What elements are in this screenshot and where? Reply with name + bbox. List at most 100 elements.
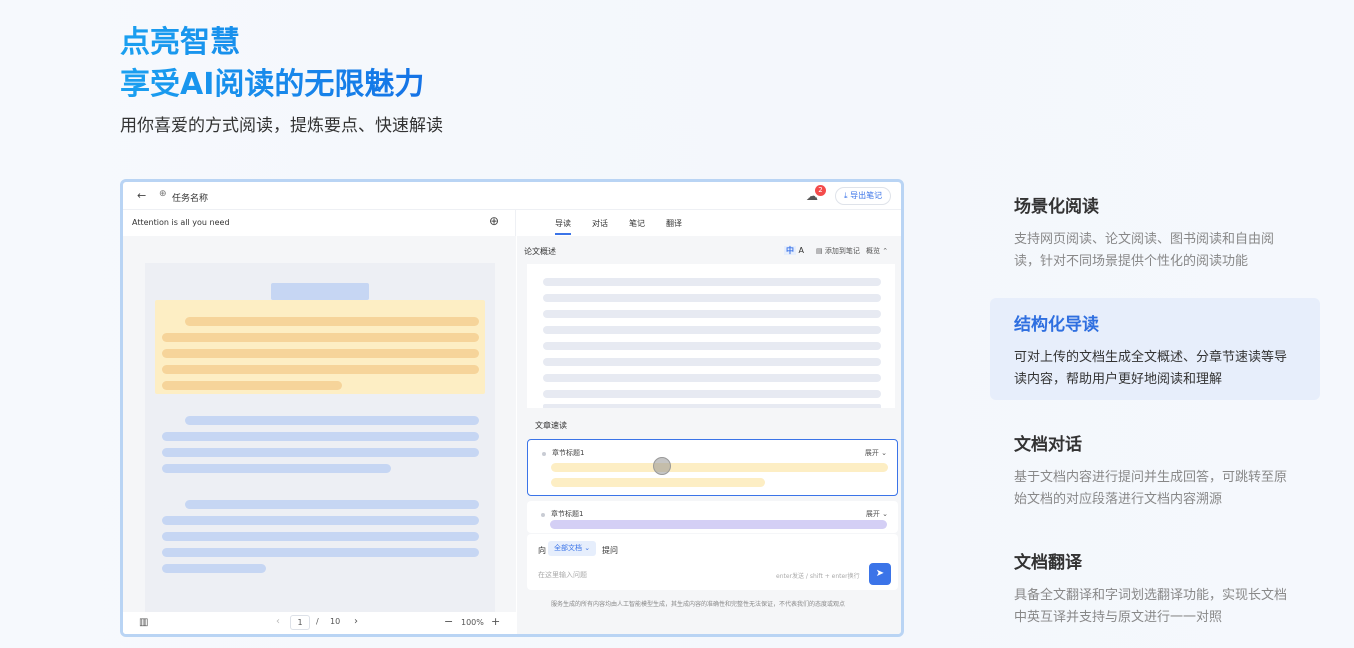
document-footer: ▥ ‹ 1 / 10 › − 100% +	[123, 612, 516, 634]
placeholder-line	[185, 500, 479, 509]
question-box: 向 全部文档 ⌄ 提问 在这里输入问题 enter发送 / shift + en…	[527, 534, 898, 590]
summary-card	[527, 264, 895, 408]
expand-button[interactable]: 展开 ⌄	[866, 509, 888, 519]
expand-label: 展开	[865, 510, 880, 518]
expand-label: 展开	[864, 449, 879, 457]
feature-title: 文档翻译	[1014, 553, 1082, 573]
tab-translate[interactable]: 翻译	[666, 218, 682, 229]
task-name: 任务名称	[172, 194, 209, 204]
ai-disclaimer: 服务生成的所有内容均由人工智能模型生成，其生成内容的准确性和完整性无法保证，不代…	[551, 601, 846, 608]
ask-to-label: 向	[538, 546, 546, 555]
chevron-down-icon: ⌄	[882, 510, 888, 518]
placeholder-line	[185, 416, 479, 425]
placeholder-line	[162, 532, 479, 541]
document-viewer[interactable]	[123, 236, 516, 612]
tab-chat[interactable]: 对话	[592, 218, 608, 229]
add-icon[interactable]: ⊕	[489, 214, 499, 228]
zoom-out-icon[interactable]: −	[444, 615, 453, 628]
feature-structured-guide[interactable]: 结构化导读 可对上传的文档生成全文概述、分章节速读等导读内容，帮助用户更好地阅读…	[990, 298, 1320, 400]
feature-document-translate[interactable]: 文档翻译 具备全文翻译和字词划选翻译功能，实现长文档中英互译并支持与原文进行一一…	[990, 536, 1320, 641]
overview-label: 概览	[866, 247, 880, 255]
export-notes-button[interactable]: ⤓ 导出笔记	[835, 187, 892, 205]
feature-desc: 基于文档内容进行提问并生成回答，可跳转至原始文档的对应段落进行文档内容溯源	[1014, 470, 1288, 507]
placeholder-heading	[271, 283, 369, 300]
feature-title: 场景化阅读	[1014, 197, 1099, 217]
placeholder-line	[543, 342, 881, 350]
chapter-card[interactable]: 章节标题1 展开 ⌄	[527, 501, 898, 533]
summary-header: 论文概述 中 A ▤ 添加到笔记 概览 ⌃	[517, 244, 901, 260]
overview-dropdown[interactable]: 概览 ⌃	[866, 246, 888, 256]
placeholder-line	[551, 478, 765, 487]
placeholder-line	[162, 333, 479, 342]
chapter-card[interactable]: 章节标题1 展开 ⌄	[527, 439, 898, 496]
placeholder-line	[162, 349, 479, 358]
feature-scenario-reading[interactable]: 场景化阅读 支持网页阅读、论文阅读、图书阅读和自由阅读，针对不同场景提供个性化的…	[990, 180, 1320, 285]
app-topbar: ← ⊕ 任务名称 ☁ 2 ⤓ 导出笔记	[123, 182, 901, 210]
summary-title: 论文概述	[524, 247, 556, 256]
assistant-tabs: 导读 对话 笔记 翻译	[517, 210, 901, 236]
hero-title-line1: 点亮智慧	[120, 25, 240, 60]
placeholder-line	[185, 317, 479, 326]
placeholder-line	[550, 520, 887, 529]
prev-page-icon[interactable]: ‹	[276, 616, 280, 627]
lang-en[interactable]: A	[799, 246, 804, 255]
placeholder-line	[162, 464, 391, 473]
globe-icon: ⊕	[159, 189, 167, 199]
placeholder-line	[162, 432, 479, 441]
current-page-input[interactable]: 1	[290, 615, 310, 630]
cursor-indicator	[653, 457, 671, 475]
document-page	[145, 263, 495, 612]
feature-desc: 支持网页阅读、论文阅读、图书阅读和自由阅读，针对不同场景提供个性化的阅读功能	[1014, 232, 1275, 269]
placeholder-line	[543, 278, 881, 286]
language-toggle[interactable]: 中 A	[784, 245, 804, 256]
placeholder-line	[551, 463, 888, 472]
expand-button[interactable]: 展开 ⌄	[865, 448, 887, 458]
placeholder-line	[543, 358, 881, 366]
placeholder-line	[543, 404, 881, 408]
next-page-icon[interactable]: ›	[354, 616, 358, 627]
placeholder-line	[543, 390, 881, 398]
hero-title: 点亮智慧 享受AI阅读的无限魅力	[120, 22, 424, 106]
placeholder-line	[162, 564, 266, 573]
notification-badge: 2	[815, 185, 826, 196]
placeholder-line	[543, 374, 881, 382]
sidebar-toggle-icon[interactable]: ▥	[139, 617, 148, 628]
tab-guide[interactable]: 导读	[555, 218, 571, 235]
placeholder-line	[543, 310, 881, 318]
hero-subtitle: 用你喜爱的方式阅读，提炼要点、快速解读	[120, 116, 443, 136]
feature-title: 结构化导读	[1014, 315, 1099, 335]
ask-question-label: 提问	[602, 546, 618, 555]
send-button[interactable]: ➤	[869, 563, 891, 585]
tab-notes[interactable]: 笔记	[629, 218, 645, 229]
zoom-in-icon[interactable]: +	[491, 615, 500, 628]
placeholder-line	[543, 294, 881, 302]
placeholder-line	[162, 548, 479, 557]
feature-desc: 具备全文翻译和字词划选翻译功能，实现长文档中英互译并支持与原文进行一一对照	[1014, 588, 1288, 625]
bullet-icon	[542, 452, 546, 456]
add-to-notes-button[interactable]: ▤ 添加到笔记	[816, 246, 860, 256]
bullet-icon	[541, 513, 545, 517]
scope-select[interactable]: 全部文档 ⌄	[548, 541, 597, 556]
chevron-down-icon: ⌄	[881, 449, 887, 457]
placeholder-line	[543, 326, 881, 334]
document-pane: Attention is all you need ⊕ ▥ ‹ 1 / 10 ›…	[123, 210, 516, 634]
lang-zh[interactable]: 中	[784, 246, 796, 255]
chapter-title: 章节标题1	[552, 449, 585, 457]
back-arrow-icon[interactable]: ←	[137, 189, 146, 202]
placeholder-line	[162, 516, 479, 525]
quick-read-title: 文章速读	[535, 421, 567, 430]
highlighted-paragraph	[155, 300, 485, 394]
placeholder-line	[162, 448, 479, 457]
chapter-title: 章节标题1	[551, 510, 584, 518]
zoom-level: 100%	[461, 618, 484, 627]
placeholder-line	[162, 381, 342, 390]
feature-document-chat[interactable]: 文档对话 基于文档内容进行提问并生成回答，可跳转至原始文档的对应段落进行文档内容…	[990, 418, 1320, 523]
feature-desc: 可对上传的文档生成全文概述、分章节速读等导读内容，帮助用户更好地阅读和理解	[1014, 350, 1288, 387]
assistant-pane: 导读 对话 笔记 翻译 论文概述 中 A ▤ 添加到笔记 概览 ⌃ 文章速读 章…	[517, 210, 901, 634]
total-pages: 10	[330, 617, 341, 626]
app-preview: ← ⊕ 任务名称 ☁ 2 ⤓ 导出笔记 Attention is all you…	[120, 179, 904, 637]
question-input[interactable]: 在这里输入问题	[538, 570, 587, 580]
scope-label: 全部文档	[554, 544, 582, 552]
export-notes-label: 导出笔记	[850, 191, 883, 200]
chevron-down-icon: ⌄	[584, 544, 591, 552]
